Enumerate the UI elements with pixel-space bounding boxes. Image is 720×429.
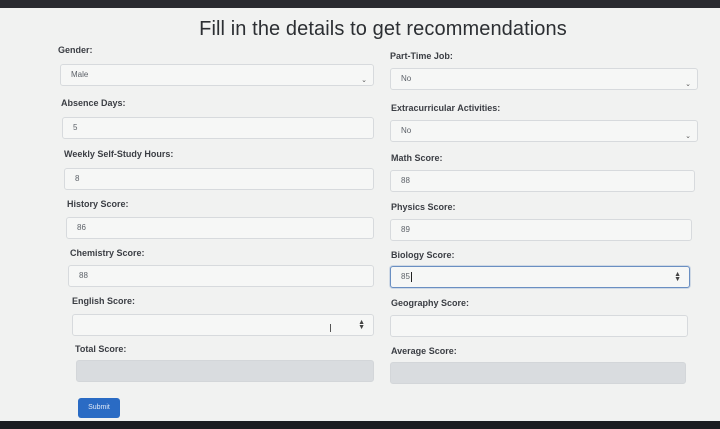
extracurricular-select[interactable]: No ⌄ [390,120,698,142]
number-spinner-icon[interactable]: ▲ ▼ [358,319,365,331]
weekly-self-study-label: Weekly Self-Study Hours: [64,149,174,159]
total-score-field [76,360,374,382]
geography-score-label: Geography Score: [391,298,470,308]
chemistry-score-label: Chemistry Score: [70,248,145,258]
geography-score-input[interactable] [390,315,688,337]
text-caret [410,271,412,282]
chevron-down-icon: ⌄ [361,77,367,84]
physics-score-input[interactable]: 89 [390,219,692,241]
weekly-self-study-input[interactable]: 8 [64,168,374,190]
chevron-down-icon: ⌄ [685,81,691,88]
total-score-label: Total Score: [75,344,127,354]
chemistry-score-value: 88 [79,271,88,280]
chevron-down-icon: ⌄ [685,133,691,140]
number-spinner-icon[interactable]: ▲ ▼ [674,271,681,283]
absence-days-input[interactable]: 5 [62,117,374,139]
form-page: Fill in the details to get recommendatio… [0,8,720,421]
math-score-input[interactable]: 88 [390,170,695,192]
part-time-job-label: Part-Time Job: [390,51,453,61]
weekly-self-study-value: 8 [75,174,80,183]
biology-score-label: Biology Score: [391,250,455,260]
gender-value: Male [71,70,89,79]
history-score-input[interactable]: 86 [66,217,374,239]
mouse-text-cursor [330,324,331,332]
page-title: Fill in the details to get recommendatio… [199,18,567,40]
math-score-label: Math Score: [391,153,443,163]
chemistry-score-input[interactable]: 88 [68,265,374,287]
history-score-label: History Score: [67,199,129,209]
part-time-job-select[interactable]: No ⌄ [390,68,698,90]
average-score-label: Average Score: [391,346,457,356]
absence-days-value: 5 [73,123,78,132]
biology-score-input[interactable]: 85 ▲ ▼ [390,266,690,288]
average-score-field [390,362,686,384]
physics-score-label: Physics Score: [391,202,456,212]
english-score-label: English Score: [72,296,136,306]
english-score-input[interactable]: ▲ ▼ [72,314,374,336]
part-time-job-value: No [401,74,412,83]
math-score-value: 88 [401,176,410,185]
physics-score-value: 89 [401,225,410,234]
monitor-bottom-bezel [0,421,720,429]
submit-button[interactable]: Submit [78,398,120,418]
history-score-value: 86 [77,223,86,232]
gender-label: Gender: [58,45,93,55]
biology-score-value: 85 [401,272,410,281]
absence-days-label: Absence Days: [61,98,126,108]
gender-select[interactable]: Male ⌄ [60,64,374,86]
extracurricular-value: No [401,126,412,135]
extracurricular-label: Extracurricular Activities: [391,103,501,113]
